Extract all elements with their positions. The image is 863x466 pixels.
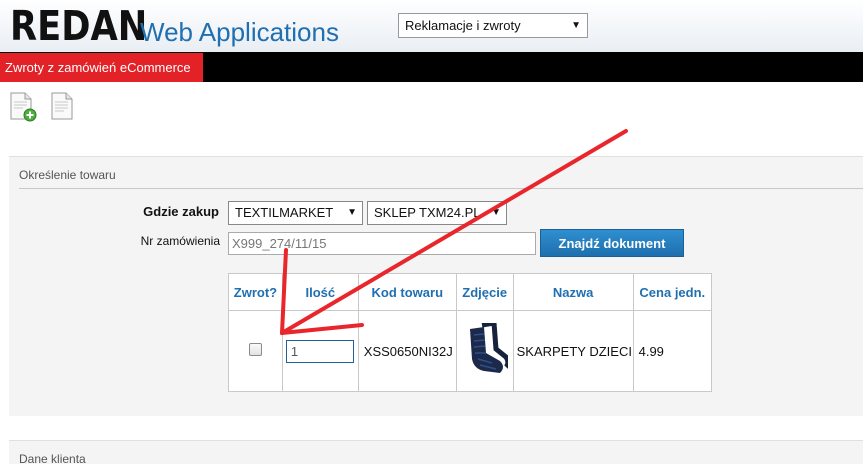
column-header-code: Kod towaru	[357, 273, 457, 311]
column-header-photo: Zdjęcie	[455, 273, 514, 311]
table-header-row: Zwrot? Ilość Kod towaru Zdjęcie Nazwa Ce…	[228, 273, 713, 311]
module-select-value: Reklamacje i zwroty	[405, 18, 521, 33]
where-select-value: TEXTILMARKET	[235, 205, 334, 220]
quantity-input[interactable]: 1	[285, 339, 354, 363]
where-select[interactable]: TEXTILMARKET ▼	[228, 201, 363, 225]
column-header-name: Nazwa	[512, 273, 634, 311]
code-cell: XSS0650NI32J	[357, 310, 457, 392]
store-select-value: SKLEP TXM24.PL	[374, 205, 481, 220]
logo-web-applications: Web Applications	[140, 17, 339, 47]
column-header-price: Cena jedn.	[632, 273, 713, 311]
price-cell: 4.99	[632, 310, 713, 392]
document-icon[interactable]	[50, 91, 76, 123]
chevron-down-icon: ▼	[345, 202, 357, 224]
new-document-icon[interactable]	[9, 91, 37, 123]
photo-cell	[455, 310, 514, 392]
order-label: Nr zamówienia	[140, 234, 220, 248]
client-section: Dane klienta	[9, 440, 863, 466]
store-select[interactable]: SKLEP TXM24.PL ▼	[367, 201, 507, 225]
name-cell: SKARPETY DZIECIĘ	[512, 310, 634, 392]
return-cell	[228, 310, 283, 392]
column-header-qty: Ilość	[281, 273, 359, 311]
table-row: 1 XSS0650NI32J SKARPETY DZIECIĘ 4.99	[228, 310, 713, 392]
find-document-button[interactable]: Znajdź dokument	[540, 229, 684, 257]
menu-item-ecommerce-returns[interactable]: Zwroty z zamówień eCommerce	[0, 53, 203, 82]
module-select[interactable]: Reklamacje i zwroty ▼	[398, 13, 588, 38]
items-table: Zwrot? Ilość Kod towaru Zdjęcie Nazwa Ce…	[228, 273, 713, 392]
order-number-input[interactable]: X999_274/11/15	[228, 232, 536, 255]
qty-cell: 1	[281, 310, 359, 392]
where-label: Gdzie zakup	[143, 204, 219, 219]
chevron-down-icon: ▼	[571, 20, 581, 31]
column-header-return: Zwrot?	[228, 273, 283, 311]
logo-redan: REDAN	[10, 2, 148, 50]
chevron-down-icon: ▼	[489, 202, 501, 224]
product-photo	[469, 319, 511, 373]
section-title: Określenie towaru	[19, 168, 116, 182]
app-header: REDAN Web Applications Reklamacje i zwro…	[0, 0, 863, 52]
return-checkbox[interactable]	[248, 343, 262, 356]
section-divider	[19, 188, 863, 189]
